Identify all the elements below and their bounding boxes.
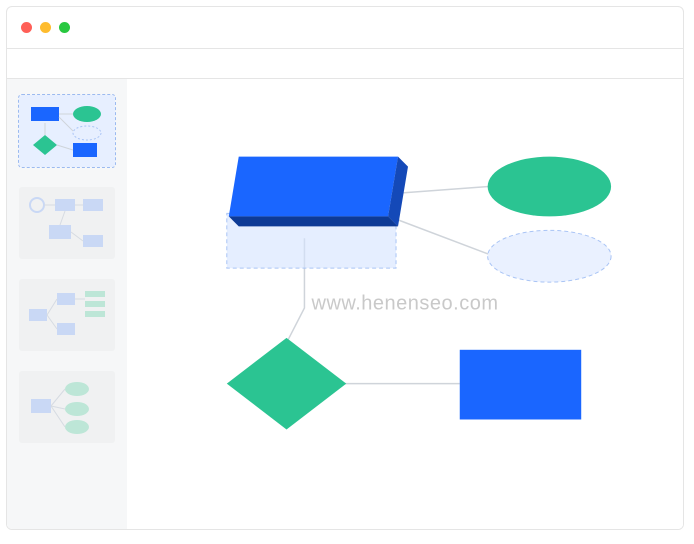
app-body: www.henenseo.com [7, 79, 683, 529]
shape-process-3d[interactable] [229, 157, 408, 227]
template-thumb-3[interactable] [19, 279, 115, 351]
window-close-icon[interactable] [21, 22, 32, 33]
shape-decision-diamond[interactable] [227, 338, 346, 430]
template-thumb-4-preview-icon [19, 371, 115, 443]
edge-process1-ghost1 [394, 218, 489, 254]
template-thumb-2-preview-icon [19, 187, 115, 259]
template-sidebar [7, 79, 127, 529]
template-thumb-4[interactable] [19, 371, 115, 443]
template-thumb-2[interactable] [19, 187, 115, 259]
window-minimize-icon[interactable] [40, 22, 51, 33]
diagram-canvas[interactable]: www.henenseo.com [127, 79, 683, 529]
diagram-svg [127, 79, 683, 529]
shape-process-rect[interactable] [460, 350, 581, 420]
titlebar [7, 7, 683, 49]
template-thumb-3-preview-icon [19, 279, 115, 351]
template-thumb-1-preview-icon [19, 95, 115, 167]
edge-process1-start1 [394, 187, 489, 194]
shape-start-ellipse[interactable] [488, 157, 611, 217]
app-window: www.henenseo.com [6, 6, 684, 530]
toolbar [7, 49, 683, 79]
template-thumb-1[interactable] [19, 95, 115, 167]
shape-ghost-ellipse[interactable] [488, 230, 611, 282]
window-zoom-icon[interactable] [59, 22, 70, 33]
